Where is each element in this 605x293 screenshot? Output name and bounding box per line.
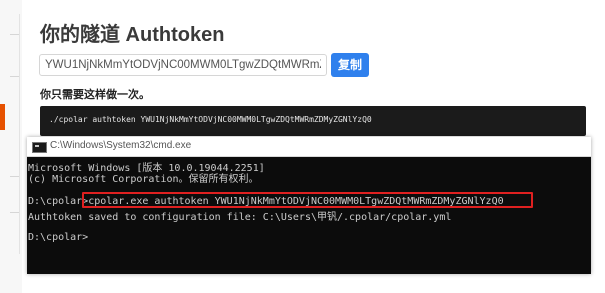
cmd-prompt: D:\cpolar> xyxy=(28,232,89,243)
cmd-window[interactable]: C:\Windows\System32\cmd.exe Microsoft Wi… xyxy=(27,137,591,274)
sidebar-divider xyxy=(10,176,19,177)
authtoken-input[interactable] xyxy=(39,54,327,76)
sidebar-divider xyxy=(10,34,19,35)
cmd-window-title: C:\Windows\System32\cmd.exe xyxy=(50,140,192,151)
command-code-block: ./cpolar authtoken YWU1NjNkMmYtODVjNC00M… xyxy=(40,106,586,136)
cmd-titlebar[interactable]: C:\Windows\System32\cmd.exe xyxy=(27,137,591,157)
sidebar-edge xyxy=(0,0,22,293)
command-highlight-box xyxy=(82,192,533,208)
sidebar-active-marker xyxy=(0,104,5,130)
cmd-line: Authtoken saved to configuration file: C… xyxy=(28,212,452,223)
sidebar-divider xyxy=(10,76,19,77)
sidebar-border xyxy=(19,14,20,254)
command-text: ./cpolar authtoken YWU1NjNkMmYtODVjNC00M… xyxy=(49,115,372,124)
cmd-window-icon xyxy=(32,142,47,153)
sidebar-divider xyxy=(10,212,19,213)
copy-button[interactable]: 复制 xyxy=(331,53,369,77)
once-note: 你只需要这样做一次。 xyxy=(40,88,150,101)
cmd-line: (c) Microsoft Corporation。保留所有权利。 xyxy=(28,174,259,185)
page-title: 你的隧道 Authtoken xyxy=(40,24,225,46)
